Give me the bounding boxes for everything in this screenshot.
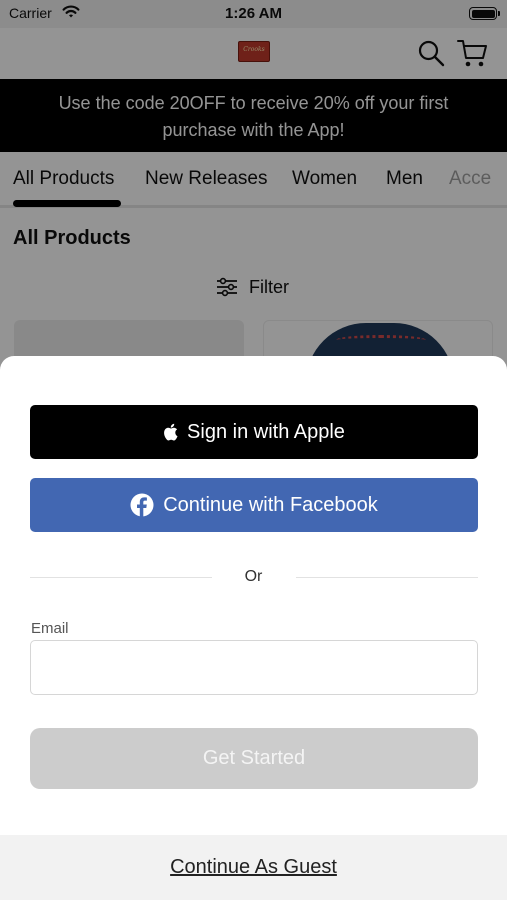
sign-in-sheet: Sign in with Apple Continue with Faceboo… — [0, 356, 507, 900]
sign-in-with-apple-button[interactable]: Sign in with Apple — [30, 405, 478, 459]
facebook-button-label: Continue with Facebook — [163, 493, 378, 516]
email-label: Email — [31, 620, 69, 637]
guest-bar: Continue As Guest — [0, 835, 507, 900]
continue-as-guest-link[interactable]: Continue As Guest — [0, 856, 507, 879]
continue-with-facebook-button[interactable]: Continue with Facebook — [30, 478, 478, 532]
get-started-label: Get Started — [202, 747, 306, 769]
apple-icon — [164, 423, 178, 441]
facebook-icon — [130, 493, 154, 517]
email-field[interactable] — [30, 640, 478, 695]
get-started-button[interactable]: Get Started — [30, 728, 478, 789]
divider-line — [296, 577, 478, 578]
apple-button-label: Sign in with Apple — [187, 420, 345, 443]
